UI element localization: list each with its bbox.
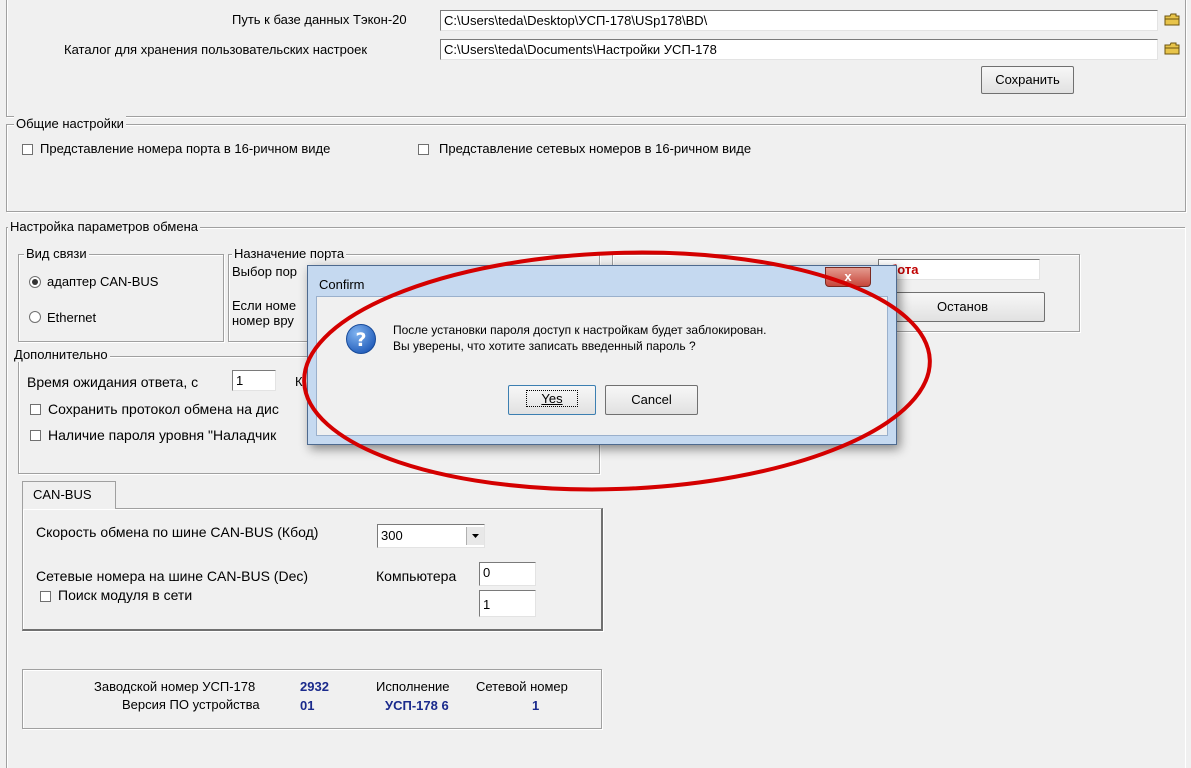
yes-button-label: Yes [526,390,578,407]
folder-icon[interactable] [1164,13,1180,26]
ethernet-radio[interactable] [29,311,41,323]
port-select-label: Выбор пор [232,264,298,279]
timeout-label: Время ожидания ответа, с [27,374,199,390]
timeout-suffix-label: К [295,374,303,389]
search-module-checkbox[interactable] [40,591,51,602]
net-number-value: 1 [532,698,540,713]
save-protocol-label: Сохранить протокол обмена на дис [48,401,279,417]
dialog-title: Confirm [319,277,365,292]
additional-title: Дополнительно [12,347,110,362]
settings-dir-field[interactable]: C:\Users\teda\Documents\Настройки УСП-17… [440,39,1158,60]
password-checkbox[interactable] [30,430,41,441]
computer-label: Компьютера [376,568,457,584]
can-bus-radio-label: адаптер CAN-BUS [47,274,159,289]
question-icon: ? [345,323,377,355]
version-value: 01 [300,698,315,713]
exec-label: Исполнение [376,679,450,694]
link-type-group [18,254,224,342]
close-button[interactable]: x [825,267,871,287]
folder-icon[interactable] [1164,42,1180,55]
status-field: абота [878,259,1040,280]
svg-text:?: ? [355,329,366,351]
speed-label: Скорость обмена по шине CAN-BUS (Кбод) [36,524,319,540]
settings-dir-label: Каталог для хранения пользовательских на… [64,42,368,57]
net-number-label: Сетевой номер [476,679,568,694]
computer-number-field[interactable]: 0 [479,562,536,586]
confirm-dialog: Confirm x ? После установки пароля досту… [307,265,897,445]
dialog-body: ? После установки пароля доступ к настро… [316,296,888,436]
exchange-settings-title: Настройка параметров обмена [8,219,200,234]
yes-button[interactable]: Yes [508,385,596,415]
password-label: Наличие пароля уровня "Наладчик [48,427,277,443]
general-settings-title: Общие настройки [14,116,126,131]
port-hex-label: Представление номера порта в 16-ричном в… [40,141,331,156]
serial-label: Заводской номер УСП-178 [94,679,256,694]
manual-port-label-1: Если номе [232,298,297,313]
link-type-title: Вид связи [24,246,89,261]
db-path-field[interactable]: C:\Users\teda\Desktop\УСП-178\USp178\BD\ [440,10,1158,31]
net-numbers-label: Сетевые номера на шине CAN-BUS (Dec) [36,568,309,584]
version-label: Версия ПО устройства [122,697,260,712]
general-settings-group [6,124,1186,212]
cancel-button[interactable]: Cancel [605,385,698,415]
dialog-message-1: После установки пароля доступ к настройк… [393,323,767,337]
serial-value: 2932 [300,679,329,694]
dialog-message-2: Вы уверены, что хотите записать введенны… [393,339,696,353]
tab-can-bus-label: CAN-BUS [33,487,92,502]
port-hex-checkbox[interactable] [22,144,33,155]
can-bus-radio[interactable] [29,276,41,288]
timeout-field[interactable]: 1 [232,370,276,391]
manual-port-label-2: номер вру [232,313,294,328]
net-hex-checkbox[interactable] [418,144,429,155]
exec-value: УСП-178 6 [385,698,449,713]
search-module-label: Поиск модуля в сети [58,587,193,603]
stop-button[interactable]: Останов [880,292,1045,322]
tab-can-bus[interactable]: CAN-BUS [22,481,116,509]
close-icon: x [844,269,852,284]
save-button[interactable]: Сохранить [981,66,1074,94]
chevron-down-icon[interactable] [466,527,484,545]
save-protocol-checkbox[interactable] [30,404,41,415]
module-number-field[interactable]: 1 [479,590,536,617]
ethernet-radio-label: Ethernet [47,310,97,325]
net-hex-label: Представление сетевых номеров в 16-рично… [439,141,752,156]
port-assignment-title: Назначение порта [232,246,347,261]
db-path-label: Путь к базе данных Тэкон-20 [232,12,407,27]
